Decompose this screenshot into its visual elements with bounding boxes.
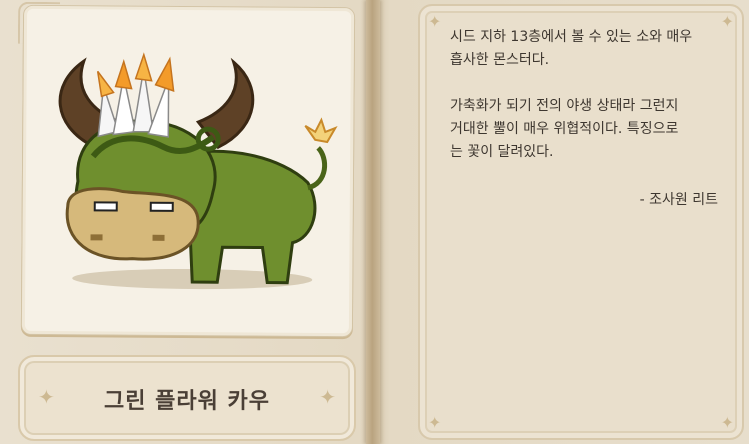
description-line: 가축화가 되기 전의 야생 상태라 그런지 xyxy=(450,98,679,114)
description-line: 시드 지하 13층에서 볼 수 있는 소와 매우 xyxy=(450,29,693,45)
monster-name-plate: ✦ ✦ 그린 플라워 카우 xyxy=(18,355,356,441)
monster-illustration-card xyxy=(20,4,356,338)
monster-description: 시드 지하 13층에서 볼 수 있는 소와 매우 흡사한 몬스터다. 가축화가 … xyxy=(450,26,720,164)
sparkle-icon: ✦ xyxy=(428,12,442,31)
sparkle-icon: ✦ xyxy=(428,413,442,432)
description-line: 거대한 뿔이 매우 위협적이다. 특징으로 xyxy=(450,121,679,137)
description-panel: ✦ ✦ ✦ ✦ 시드 지하 13층에서 볼 수 있는 소와 매우 흡사한 몬스터… xyxy=(418,4,744,440)
green-flower-cow-sprite xyxy=(58,52,338,290)
researcher-signature: - 조사원 리트 xyxy=(639,192,718,208)
book-spine xyxy=(366,0,380,444)
description-line: 는 꽃이 달려있다. xyxy=(450,144,554,160)
sparkle-icon: ✦ xyxy=(720,12,734,31)
description-line: 흡사한 몬스터다. xyxy=(450,52,550,68)
monster-name: 그린 플라워 카우 xyxy=(104,389,270,414)
sparkle-icon: ✦ xyxy=(720,413,734,432)
